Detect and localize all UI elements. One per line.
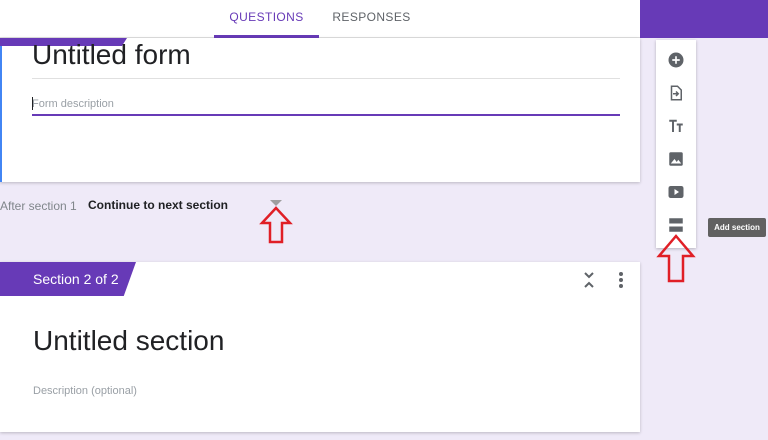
- add-video-icon[interactable]: [664, 180, 688, 204]
- section-title-input[interactable]: Untitled section: [33, 325, 224, 357]
- add-title-icon[interactable]: [664, 114, 688, 138]
- section-description-input[interactable]: Description (optional): [33, 385, 137, 397]
- red-arrow-annotation: [259, 206, 293, 244]
- description-underline: [32, 114, 620, 116]
- after-section-dropdown[interactable]: Continue to next section: [88, 198, 228, 212]
- red-arrow-annotation: [656, 234, 696, 283]
- tab-questions[interactable]: QUESTIONS: [214, 0, 319, 38]
- add-question-icon[interactable]: [664, 48, 688, 72]
- add-section-tooltip: Add section: [708, 218, 766, 237]
- add-image-icon[interactable]: [664, 147, 688, 171]
- form-description-input[interactable]: Form description: [32, 98, 114, 110]
- header-accent-strip: [640, 0, 768, 38]
- more-options-icon[interactable]: [614, 270, 628, 290]
- text-caret: [32, 97, 33, 110]
- after-section-label: After section 1: [0, 199, 77, 213]
- question-toolbar: [656, 40, 696, 248]
- title-divider: [32, 78, 620, 79]
- section-tab-label: Section 2 of 2: [33, 271, 119, 287]
- tab-responses[interactable]: RESPONSES: [319, 0, 424, 38]
- form-title-input[interactable]: Untitled form: [32, 39, 191, 71]
- collapse-section-icon[interactable]: [580, 270, 598, 290]
- import-questions-icon[interactable]: [664, 81, 688, 105]
